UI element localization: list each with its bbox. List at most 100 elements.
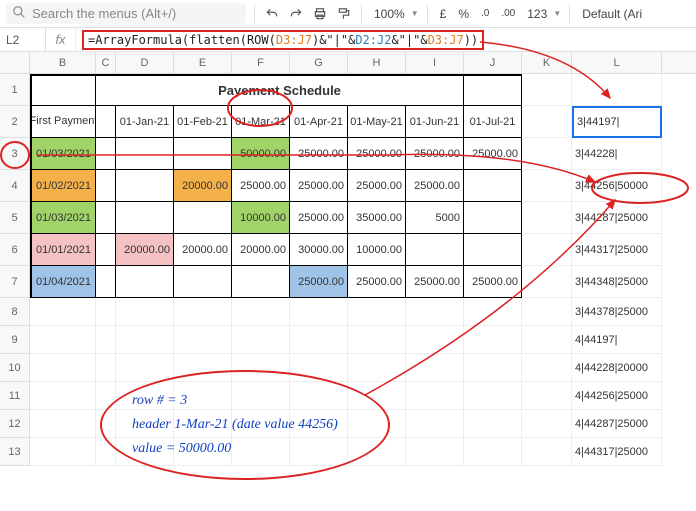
- cell[interactable]: 4|44228|20000: [572, 354, 662, 382]
- zoom-select[interactable]: 100%: [370, 5, 409, 23]
- cell[interactable]: [290, 438, 348, 466]
- cell[interactable]: [406, 326, 464, 354]
- header-date[interactable]: 01-Mar-21: [232, 106, 290, 138]
- cell[interactable]: [96, 138, 116, 170]
- cell[interactable]: [96, 354, 116, 382]
- cell[interactable]: [174, 266, 232, 298]
- cell[interactable]: [232, 438, 290, 466]
- cell[interactable]: 25000.00: [406, 266, 464, 298]
- cell[interactable]: [174, 438, 232, 466]
- paint-format-icon[interactable]: [335, 5, 353, 23]
- redo-icon[interactable]: [287, 5, 305, 23]
- row-10[interactable]: 10: [0, 354, 29, 382]
- cell[interactable]: 10000.00: [232, 202, 290, 234]
- cell[interactable]: 35000.00: [348, 202, 406, 234]
- cell[interactable]: 20000.00: [174, 170, 232, 202]
- cell[interactable]: 25000.00: [464, 266, 522, 298]
- cell[interactable]: [96, 266, 116, 298]
- cell[interactable]: [464, 326, 522, 354]
- col-K[interactable]: K: [522, 52, 572, 73]
- header-first-payment[interactable]: First Payment: [30, 106, 96, 138]
- col-F[interactable]: F: [232, 52, 290, 73]
- cell[interactable]: [290, 326, 348, 354]
- cell[interactable]: [30, 438, 96, 466]
- decrease-decimal[interactable]: .0: [477, 6, 493, 21]
- header-date[interactable]: 01-Apr-21: [290, 106, 348, 138]
- cell[interactable]: 3|44348|25000: [572, 266, 662, 298]
- cell[interactable]: [464, 234, 522, 266]
- cell[interactable]: [96, 382, 116, 410]
- cell[interactable]: [30, 74, 96, 106]
- cell[interactable]: [348, 326, 406, 354]
- row-5[interactable]: 5: [0, 202, 29, 234]
- print-icon[interactable]: [311, 5, 329, 23]
- cell[interactable]: [522, 106, 572, 138]
- col-I[interactable]: I: [406, 52, 464, 73]
- cell[interactable]: [174, 202, 232, 234]
- cell[interactable]: [96, 170, 116, 202]
- cell[interactable]: [522, 138, 572, 170]
- col-E[interactable]: E: [174, 52, 232, 73]
- cell[interactable]: 01/03/2021: [30, 202, 96, 234]
- cell[interactable]: [522, 202, 572, 234]
- col-D[interactable]: D: [116, 52, 174, 73]
- cell[interactable]: [174, 326, 232, 354]
- header-date[interactable]: 01-May-21: [348, 106, 406, 138]
- cell[interactable]: [116, 382, 174, 410]
- header-date[interactable]: 01-Feb-21: [174, 106, 232, 138]
- row-12[interactable]: 12: [0, 410, 29, 438]
- cell[interactable]: [522, 170, 572, 202]
- cell[interactable]: [116, 202, 174, 234]
- cell[interactable]: 20000.00: [232, 234, 290, 266]
- cell[interactable]: [30, 326, 96, 354]
- cell[interactable]: [30, 382, 96, 410]
- header-date[interactable]: 01-Jul-21: [464, 106, 522, 138]
- cell[interactable]: [232, 410, 290, 438]
- row-2[interactable]: 2: [0, 106, 29, 138]
- header-date[interactable]: 01-Jan-21: [116, 106, 174, 138]
- cell[interactable]: [116, 326, 174, 354]
- cell[interactable]: [174, 138, 232, 170]
- cell[interactable]: [406, 354, 464, 382]
- cell[interactable]: [406, 382, 464, 410]
- cell[interactable]: 25000.00: [348, 170, 406, 202]
- cell[interactable]: [290, 410, 348, 438]
- cell[interactable]: [464, 410, 522, 438]
- col-J[interactable]: J: [464, 52, 522, 73]
- cell[interactable]: [96, 106, 116, 138]
- col-B[interactable]: B: [30, 52, 96, 73]
- row-3[interactable]: 3: [0, 138, 29, 170]
- row-4[interactable]: 4: [0, 170, 29, 202]
- cell[interactable]: [572, 74, 662, 106]
- cell[interactable]: [290, 382, 348, 410]
- cell[interactable]: [348, 438, 406, 466]
- cell[interactable]: [406, 234, 464, 266]
- cell[interactable]: 10000.00: [348, 234, 406, 266]
- cell[interactable]: 3|44378|25000: [572, 298, 662, 326]
- cell[interactable]: [522, 234, 572, 266]
- cell[interactable]: [522, 354, 572, 382]
- cell[interactable]: [464, 202, 522, 234]
- cell[interactable]: [96, 234, 116, 266]
- cell[interactable]: 5000: [406, 202, 464, 234]
- cell[interactable]: 01/01/2021: [30, 234, 96, 266]
- name-box[interactable]: L2: [0, 28, 46, 51]
- cell[interactable]: [464, 438, 522, 466]
- cell[interactable]: 25000.00: [464, 138, 522, 170]
- cell[interactable]: 3|44317|25000: [572, 234, 662, 266]
- cell[interactable]: 3|44256|50000: [572, 170, 662, 202]
- cell[interactable]: 25000.00: [290, 138, 348, 170]
- cell[interactable]: 01/04/2021: [30, 266, 96, 298]
- cell[interactable]: [116, 266, 174, 298]
- col-G[interactable]: G: [290, 52, 348, 73]
- undo-icon[interactable]: [263, 5, 281, 23]
- header-date[interactable]: 01-Jun-21: [406, 106, 464, 138]
- table-title[interactable]: Payement Schedule: [96, 74, 464, 106]
- cell[interactable]: [348, 382, 406, 410]
- cell[interactable]: 25000.00: [290, 266, 348, 298]
- cell[interactable]: [116, 170, 174, 202]
- cell[interactable]: [348, 298, 406, 326]
- cell-L2[interactable]: 3|44197|: [572, 106, 662, 138]
- cell[interactable]: [116, 410, 174, 438]
- row-13[interactable]: 13: [0, 438, 29, 466]
